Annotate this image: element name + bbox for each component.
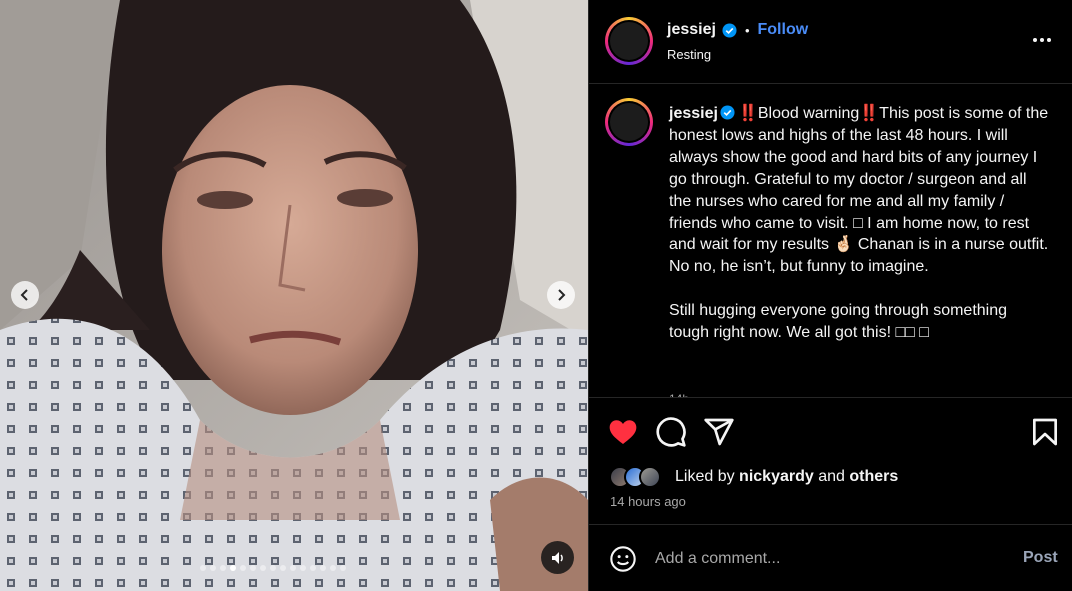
- instagram-post-view: jessiej • Follow Resting jessiej ‼️Blood …: [0, 0, 1072, 591]
- slide-dot: [290, 565, 296, 571]
- caption-avatar[interactable]: [605, 98, 653, 146]
- slide-dot: [260, 565, 266, 571]
- comment-icon[interactable]: [655, 416, 687, 448]
- liker-avatar: [639, 466, 661, 488]
- previous-slide-button[interactable]: [11, 281, 39, 309]
- separator-dot: •: [744, 22, 750, 38]
- post-comment-button[interactable]: Post: [1023, 549, 1058, 567]
- liked-by-text: Liked by nickyardy and others: [675, 468, 898, 486]
- caption: jessiej ‼️Blood warning‼️This post is som…: [669, 103, 1051, 344]
- slide-indicator: [200, 565, 346, 571]
- slide-dot: [280, 565, 286, 571]
- comment-composer: Post: [589, 524, 1072, 591]
- slide-dot: [230, 565, 236, 571]
- audio-toggle-button[interactable]: [541, 541, 574, 574]
- heart-filled-icon[interactable]: [607, 416, 639, 448]
- caption-text: ‼️Blood warning‼️This post is some of th…: [669, 105, 1049, 342]
- share-icon[interactable]: [703, 416, 735, 448]
- liked-by-row: Liked by nickyardy and others: [609, 464, 898, 490]
- post-time[interactable]: 14 hours ago: [610, 494, 686, 509]
- caption-username[interactable]: jessiej: [669, 105, 718, 122]
- more-dot-icon: [1033, 38, 1037, 42]
- liked-by-prefix: Liked by: [675, 468, 735, 485]
- bookmark-icon[interactable]: [1029, 416, 1061, 448]
- verified-badge-icon: [722, 22, 737, 38]
- avatar[interactable]: [605, 17, 653, 65]
- slide-dot: [220, 565, 226, 571]
- next-slide-button[interactable]: [547, 281, 575, 309]
- speaker-icon: [551, 551, 563, 564]
- comment-input[interactable]: [655, 546, 995, 572]
- slide-dot: [330, 565, 336, 571]
- slide-dot: [270, 565, 276, 571]
- chevron-left-icon: [20, 289, 28, 301]
- liked-by-user-link[interactable]: nickyardy: [739, 468, 814, 485]
- more-dot-icon: [1040, 38, 1044, 42]
- slide-dot: [300, 565, 306, 571]
- slide-dot: [210, 565, 216, 571]
- slide-dot: [240, 565, 246, 571]
- post-photo: [0, 0, 588, 591]
- follow-button[interactable]: Follow: [758, 21, 809, 39]
- emoji-icon[interactable]: [609, 545, 637, 573]
- liked-by-and: and: [818, 468, 845, 485]
- post-side-panel: jessiej • Follow Resting jessiej ‼️Blood …: [588, 0, 1072, 591]
- slide-dot: [320, 565, 326, 571]
- slide-dot: [340, 565, 346, 571]
- slide-dot: [310, 565, 316, 571]
- post-media[interactable]: [0, 0, 588, 591]
- caption-section[interactable]: jessiej ‼️Blood warning‼️This post is som…: [589, 85, 1072, 398]
- slide-dot: [250, 565, 256, 571]
- chevron-right-icon: [558, 289, 566, 301]
- caption-timestamp: 14h: [669, 392, 689, 397]
- location-link[interactable]: Resting: [667, 47, 711, 62]
- more-dot-icon: [1047, 38, 1051, 42]
- slide-dot: [200, 565, 206, 571]
- more-options-button[interactable]: [1029, 30, 1055, 50]
- liker-avatars[interactable]: [609, 465, 669, 489]
- username-link[interactable]: jessiej: [667, 21, 716, 39]
- action-bar: [589, 410, 1072, 454]
- post-header: jessiej • Follow Resting: [589, 0, 1072, 84]
- verified-badge-icon: [720, 105, 735, 120]
- liked-by-others-link[interactable]: others: [849, 468, 898, 485]
